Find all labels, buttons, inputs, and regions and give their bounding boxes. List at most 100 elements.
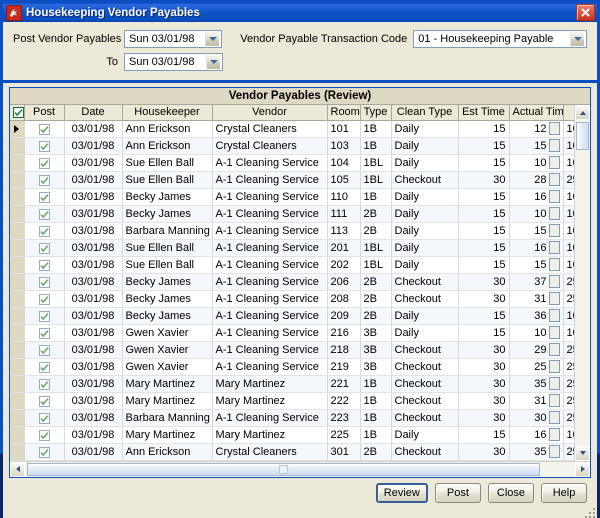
cell-date[interactable]: 03/01/98	[64, 290, 123, 308]
cell-post[interactable]	[24, 426, 65, 444]
help-button[interactable]: Help	[541, 482, 587, 503]
cell-est-time[interactable]: 15	[458, 256, 510, 274]
cell-room[interactable]: 113	[327, 222, 361, 240]
post-checkbox[interactable]	[38, 208, 50, 220]
cell-room[interactable]: 222	[327, 392, 361, 410]
row-selector[interactable]	[10, 120, 25, 138]
cell-cost[interactable]: 10.00	[563, 188, 574, 206]
cell-cost[interactable]: 10.00	[563, 205, 574, 223]
cell-post[interactable]	[24, 341, 65, 359]
column-header-actual-time[interactable]: Actual Time	[509, 105, 564, 121]
cell-housekeeper[interactable]: Becky James	[122, 307, 213, 325]
cell-room[interactable]: 218	[327, 341, 361, 359]
row-selector[interactable]	[10, 239, 25, 257]
cell-housekeeper[interactable]: Gwen Xavier	[122, 341, 213, 359]
chevron-down-icon[interactable]	[205, 31, 221, 47]
cell-date[interactable]: 03/01/98	[64, 239, 123, 257]
cell-cost[interactable]: 25.00	[563, 171, 574, 189]
column-header-cost[interactable]: Cost	[563, 105, 574, 121]
post-checkbox[interactable]	[38, 123, 50, 135]
post-checkbox[interactable]	[38, 140, 50, 152]
post-checkbox[interactable]	[38, 310, 50, 322]
cell-type[interactable]: 1BL	[360, 256, 392, 274]
cell-cost[interactable]: 25.00	[563, 341, 574, 359]
cell-vendor[interactable]: A-1 Cleaning Service	[212, 154, 328, 172]
cell-vendor[interactable]: A-1 Cleaning Service	[212, 188, 328, 206]
cell-est-time[interactable]: 30	[458, 273, 510, 291]
cell-vendor[interactable]: A-1 Cleaning Service	[212, 239, 328, 257]
cell-est-time[interactable]: 15	[458, 120, 510, 138]
cell-vendor[interactable]: A-1 Cleaning Service	[212, 341, 328, 359]
cell-date[interactable]: 03/01/98	[64, 341, 123, 359]
cell-date[interactable]: 03/01/98	[64, 307, 123, 325]
cell-est-time[interactable]: 30	[458, 341, 510, 359]
cell-date[interactable]: 03/01/98	[64, 426, 123, 444]
cell-post[interactable]	[24, 222, 65, 240]
post-checkbox[interactable]	[38, 395, 50, 407]
cell-est-time[interactable]: 30	[458, 443, 510, 461]
cell-clean-type[interactable]: Checkout	[391, 273, 459, 291]
actual-time-editor-stub[interactable]	[548, 309, 560, 322]
cell-actual-time[interactable]: 30	[509, 409, 564, 427]
cell-room[interactable]: 101	[327, 120, 361, 138]
cell-cost[interactable]: 25.00	[563, 392, 574, 410]
row-selector[interactable]	[10, 358, 25, 376]
cell-cost[interactable]: 25.00	[563, 375, 574, 393]
table-row[interactable]: 03/01/98 Barbara Manning A-1 Cleaning Serv…	[10, 222, 574, 240]
row-selector[interactable]	[10, 392, 25, 410]
cell-housekeeper[interactable]: Gwen Xavier	[122, 358, 213, 376]
row-selector[interactable]	[10, 443, 25, 461]
cell-post[interactable]	[24, 324, 65, 342]
cell-type[interactable]: 1BL	[360, 171, 392, 189]
cell-est-time[interactable]: 15	[458, 205, 510, 223]
cell-clean-type[interactable]: Checkout	[391, 171, 459, 189]
cell-type[interactable]: 1BL	[360, 239, 392, 257]
cell-type[interactable]: 2B	[360, 205, 392, 223]
cell-cost[interactable]: 10.00	[563, 222, 574, 240]
cell-room[interactable]: 201	[327, 239, 361, 257]
cell-room[interactable]: 111	[327, 205, 361, 223]
select-all-checkbox[interactable]	[13, 107, 23, 119]
cell-actual-time[interactable]: 31	[509, 392, 564, 410]
cell-post[interactable]	[24, 120, 65, 138]
actual-time-editor-stub[interactable]	[548, 190, 560, 203]
chevron-down-icon[interactable]	[570, 31, 585, 47]
cell-type[interactable]: 1B	[360, 392, 392, 410]
post-checkbox[interactable]	[38, 242, 50, 254]
cell-vendor[interactable]: A-1 Cleaning Service	[212, 273, 328, 291]
cell-housekeeper[interactable]: Barbara Manning	[122, 222, 213, 240]
cell-date[interactable]: 03/01/98	[64, 409, 123, 427]
cell-est-time[interactable]: 15	[458, 239, 510, 257]
cell-post[interactable]	[24, 171, 65, 189]
cell-post[interactable]	[24, 409, 65, 427]
post-checkbox[interactable]	[38, 276, 50, 288]
cell-actual-time[interactable]: 16	[509, 426, 564, 444]
cell-est-time[interactable]: 15	[458, 324, 510, 342]
table-row[interactable]: 03/01/98 Gwen Xavier A-1 Cleaning Service 2…	[10, 358, 574, 376]
table-row[interactable]: 03/01/98 Becky James A-1 Cleaning Service 2…	[10, 273, 574, 291]
cell-clean-type[interactable]: Daily	[391, 222, 459, 240]
column-header-post[interactable]: Post	[24, 105, 65, 121]
resize-grip-icon[interactable]	[583, 506, 595, 518]
post-checkbox[interactable]	[38, 429, 50, 441]
cell-type[interactable]: 2B	[360, 273, 392, 291]
post-checkbox[interactable]	[38, 293, 50, 305]
table-row[interactable]: 03/01/98 Mary Martinez Mary Martinez 222 1B C…	[10, 392, 574, 410]
scroll-right-icon[interactable]	[575, 461, 590, 477]
row-selector[interactable]	[10, 426, 25, 444]
chevron-down-icon[interactable]	[206, 54, 221, 70]
scroll-left-icon[interactable]	[10, 461, 25, 477]
cell-est-time[interactable]: 15	[458, 426, 510, 444]
cell-actual-time[interactable]: 16	[509, 239, 564, 257]
cell-housekeeper[interactable]: Mary Martinez	[122, 392, 213, 410]
row-selector[interactable]	[10, 205, 25, 223]
cell-vendor[interactable]: A-1 Cleaning Service	[212, 324, 328, 342]
table-row[interactable]: 03/01/98 Sue Ellen Ball A-1 Cleaning Servi…	[10, 239, 574, 257]
cell-est-time[interactable]: 15	[458, 188, 510, 206]
cell-est-time[interactable]: 30	[458, 358, 510, 376]
window-titlebar[interactable]: Housekeeping Vendor Payables	[3, 3, 597, 22]
cell-vendor[interactable]: A-1 Cleaning Service	[212, 205, 328, 223]
table-row[interactable]: 03/01/98 Gwen Xavier A-1 Cleaning Service 2…	[10, 341, 574, 359]
row-selector[interactable]	[10, 409, 25, 427]
cell-type[interactable]: 3B	[360, 324, 392, 342]
